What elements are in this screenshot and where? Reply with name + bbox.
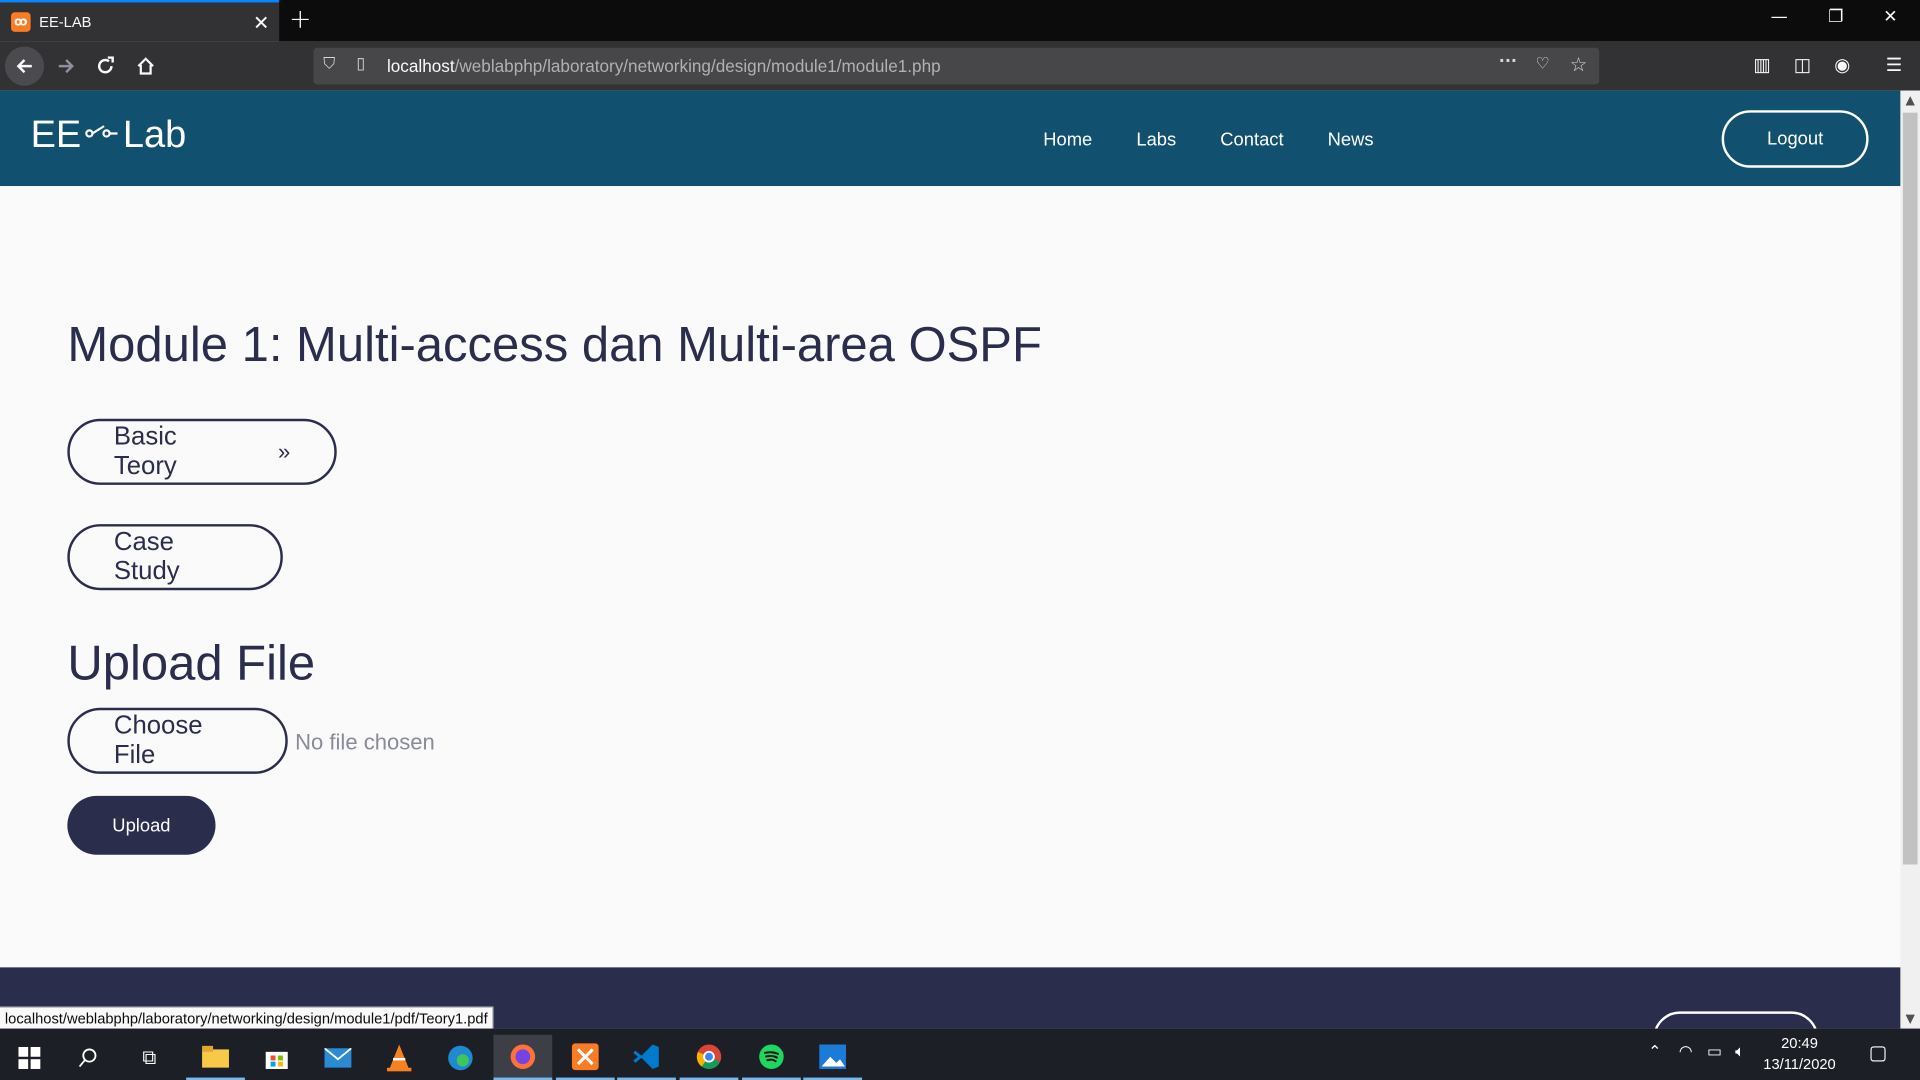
battery-icon[interactable]: ▭ (1707, 1043, 1722, 1061)
footer-button[interactable] (1653, 1011, 1819, 1029)
wifi-icon[interactable]: ◠ (1679, 1043, 1693, 1061)
vlc-icon[interactable] (370, 1035, 429, 1080)
task-view-icon[interactable]: ⧉ (120, 1035, 179, 1080)
chrome-icon[interactable] (679, 1035, 739, 1080)
new-tab-icon[interactable]: + (289, 5, 312, 36)
main-nav: Home Labs Contact News (1043, 130, 1373, 151)
url-bar[interactable]: ⛉ ▯ localhost/weblabphp/laboratory/netwo… (313, 47, 1600, 85)
basic-teory-label: Basic Teory (113, 422, 177, 481)
logout-button[interactable]: Logout (1721, 110, 1869, 168)
home-icon (137, 57, 154, 75)
menu-icon[interactable]: ☰ (1886, 54, 1902, 76)
site-logo[interactable]: EE Lab (31, 113, 187, 157)
home-button[interactable] (126, 47, 165, 86)
page-scrollbar[interactable]: ▲ ▼ (1900, 90, 1920, 1029)
back-button[interactable] (4, 46, 45, 86)
reload-button[interactable] (86, 47, 125, 86)
file-explorer-icon[interactable] (186, 1035, 245, 1080)
scroll-down-icon[interactable]: ▼ (1900, 1009, 1920, 1029)
edge-icon[interactable] (431, 1035, 490, 1080)
nav-news[interactable]: News (1328, 130, 1374, 151)
basic-teory-button[interactable]: Basic Teory » (67, 418, 337, 485)
restore-icon[interactable]: ❐ (1828, 7, 1843, 27)
minimize-icon[interactable]: — (1771, 7, 1788, 27)
firefox-icon[interactable] (493, 1034, 553, 1080)
page-info-icon[interactable]: ▯ (356, 55, 365, 73)
page-title: Module 1: Multi-access dan Multi-area OS… (67, 318, 1042, 373)
notification-center-icon[interactable]: ▢ (1869, 1041, 1888, 1064)
scrollbar-thumb[interactable] (1902, 112, 1918, 865)
account-icon[interactable]: ◉ (1834, 54, 1850, 76)
browser-tab-strip: ꝏ EE-LAB ✕ + — ❐ ✕ (0, 0, 1920, 42)
nav-labs[interactable]: Labs (1136, 130, 1176, 151)
shield-icon[interactable]: ⛉ (323, 55, 335, 73)
nav-home[interactable]: Home (1043, 130, 1092, 151)
volume-icon[interactable]: 🔈︎ (1735, 1043, 1745, 1061)
search-icon[interactable] (59, 1035, 118, 1080)
photos-icon[interactable] (803, 1035, 863, 1080)
close-tab-icon[interactable]: ✕ (253, 11, 269, 34)
choose-file-label: Choose File (113, 711, 203, 769)
double-chevron-right-icon: » (277, 438, 291, 464)
link-status-bar: localhost/weblabphp/laboratory/networkin… (0, 1006, 494, 1030)
upload-button[interactable]: Upload (67, 795, 216, 855)
logo-text-lab: Lab (122, 112, 187, 156)
upload-heading: Upload File (67, 636, 316, 691)
mail-icon[interactable] (309, 1035, 368, 1080)
file-status-text: No file chosen (295, 729, 435, 755)
browser-tab[interactable]: ꝏ EE-LAB ✕ (0, 0, 280, 42)
library-icon[interactable]: ▥ (1753, 54, 1770, 76)
xampp-favicon-icon: ꝏ (11, 12, 31, 32)
bookmark-star-icon[interactable]: ☆ (1570, 53, 1588, 76)
url-path: /weblabphp/laboratory/networking/design/… (454, 56, 941, 76)
main-content: Module 1: Multi-access dan Multi-area OS… (0, 186, 1901, 968)
case-study-label: Case Study (113, 527, 180, 586)
system-clock[interactable]: 20:49 13/11/2020 (1763, 1033, 1835, 1075)
screen: ꝏ EE-LAB ✕ + — ❐ ✕ ⛉ ▯ localhost/weblabp… (0, 0, 1920, 1080)
pocket-icon[interactable]: ♡ (1536, 55, 1550, 73)
windows-taskbar: ⧉ ⌃ ◠ ▭ 🔈︎ 20:49 13/11/2020 ▢ (0, 1028, 1920, 1080)
tray-chevron-up-icon[interactable]: ⌃ (1648, 1043, 1661, 1061)
choose-file-button[interactable]: Choose File (67, 707, 288, 774)
browser-toolbar: ⛉ ▯ localhost/weblabphp/laboratory/netwo… (0, 41, 1920, 91)
logo-text-ee: EE (30, 112, 82, 156)
nav-contact[interactable]: Contact (1220, 130, 1283, 151)
back-arrow-icon (16, 59, 32, 74)
page-actions-icon[interactable]: ··· (1499, 53, 1517, 71)
sidebar-icon[interactable]: ◫ (1794, 54, 1811, 76)
url-host: localhost (386, 56, 455, 76)
store-icon[interactable] (247, 1035, 306, 1080)
site-header: EE Lab Home Labs Contact News Logout (0, 90, 1901, 187)
forward-arrow-icon (58, 59, 74, 74)
forward-button[interactable] (47, 47, 86, 86)
windows-start-icon[interactable] (0, 1035, 59, 1080)
scroll-up-icon[interactable]: ▲ (1900, 91, 1920, 111)
case-study-button[interactable]: Case Study (67, 524, 283, 591)
reload-icon (98, 56, 114, 74)
xampp-icon[interactable] (555, 1035, 615, 1080)
tab-title: EE-LAB (39, 13, 92, 31)
spotify-icon[interactable] (742, 1035, 801, 1080)
window-close-icon[interactable]: ✕ (1883, 7, 1897, 27)
clock-time: 20:49 (1781, 1034, 1818, 1052)
switch-logo-icon (84, 119, 121, 150)
clock-date: 13/11/2020 (1763, 1055, 1836, 1073)
vscode-icon[interactable] (617, 1035, 676, 1080)
url-text: localhost/weblabphp/laboratory/networkin… (387, 56, 941, 76)
